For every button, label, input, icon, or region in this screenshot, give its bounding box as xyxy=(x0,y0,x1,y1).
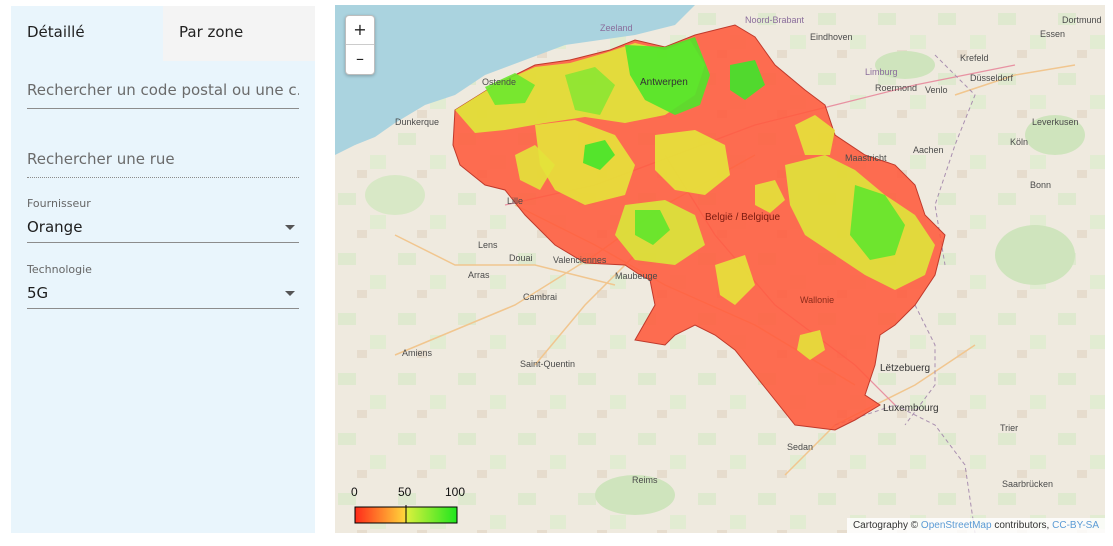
technology-select[interactable]: 5G xyxy=(27,282,299,309)
technology-label: Technologie xyxy=(27,263,92,276)
tab-detaille[interactable]: Détaillé xyxy=(11,6,163,61)
legend-min-label: 0 xyxy=(351,485,358,499)
place-label: België / Belgique xyxy=(705,212,781,223)
place-label: Krefeld xyxy=(960,53,989,63)
place-label: Antwerpen xyxy=(640,77,688,88)
place-label: Dunkerque xyxy=(395,117,440,127)
place-label: Lille xyxy=(507,196,524,206)
place-label: Bonn xyxy=(1030,180,1052,190)
map-attribution: Cartography © OpenStreetMap contributors… xyxy=(846,518,1105,533)
provider-value: Orange xyxy=(27,218,83,236)
coverage-map[interactable]: Antwerpen België / Belgique Lille Luxemb… xyxy=(335,5,1105,533)
postal-search-field xyxy=(27,79,299,109)
place-label: Dortmund xyxy=(1062,15,1102,25)
place-label: Limburg xyxy=(865,67,898,77)
place-label: Amiens xyxy=(402,348,433,358)
place-label: Saint-Quentin xyxy=(520,359,576,369)
attribution-mid: contributors, xyxy=(994,520,1050,531)
place-label: Essen xyxy=(1040,29,1066,39)
place-label: Maubeuge xyxy=(615,271,658,281)
place-label: Zeeland xyxy=(600,23,633,33)
place-label: Cambrai xyxy=(523,292,558,302)
zoom-out-button[interactable]: – xyxy=(346,45,374,73)
chevron-down-icon xyxy=(285,225,295,230)
postal-search-input[interactable] xyxy=(27,79,299,101)
technology-value: 5G xyxy=(27,284,49,302)
tab-bar: Détaillé Par zone xyxy=(11,6,315,61)
place-label: Arras xyxy=(468,270,490,280)
place-label: Lëtzebuerg xyxy=(880,363,931,374)
zoom-control: + – xyxy=(345,15,375,75)
place-label: Luxembourg xyxy=(883,403,939,414)
attribution-prefix: Cartography © xyxy=(852,520,919,531)
provider-label: Fournisseur xyxy=(27,197,91,210)
zoom-in-button[interactable]: + xyxy=(346,16,374,45)
license-link[interactable]: CC-BY-SA xyxy=(1052,520,1099,531)
place-label: Wallonie xyxy=(800,295,835,305)
place-label: Reims xyxy=(632,475,658,485)
provider-select[interactable]: Orange xyxy=(27,216,299,243)
place-label: Leverkusen xyxy=(1032,117,1079,127)
place-label: Trier xyxy=(1000,423,1019,433)
chevron-down-icon xyxy=(285,291,295,296)
place-label: Düsseldorf xyxy=(970,73,1014,83)
legend-mid-label: 50 xyxy=(398,485,412,499)
place-label: Roermond xyxy=(875,83,918,93)
street-search-input[interactable] xyxy=(27,148,299,170)
place-label: Venlo xyxy=(925,85,948,95)
tab-par-zone[interactable]: Par zone xyxy=(163,6,315,61)
place-label: Noord-Brabant xyxy=(745,15,805,25)
filter-panel: Détaillé Par zone Fournisseur Orange Tec… xyxy=(11,6,315,533)
place-label: Lens xyxy=(478,240,498,250)
place-label: Valenciennes xyxy=(553,255,607,265)
forest-area xyxy=(365,175,425,215)
place-label: Douai xyxy=(509,253,533,263)
place-label: Eindhoven xyxy=(810,32,853,42)
street-search-field xyxy=(27,148,299,178)
place-label: Aachen xyxy=(913,145,944,155)
openstreetmap-link[interactable]: OpenStreetMap xyxy=(921,520,992,531)
place-label: Sedan xyxy=(787,442,814,452)
place-label: Saarbrücken xyxy=(1002,479,1054,489)
place-label: Ostende xyxy=(482,77,517,87)
legend-max-label: 100 xyxy=(445,485,466,499)
place-label: Köln xyxy=(1010,137,1029,147)
forest-area xyxy=(995,225,1075,285)
place-label: Maastricht xyxy=(845,153,887,163)
map-canvas xyxy=(335,5,1105,533)
